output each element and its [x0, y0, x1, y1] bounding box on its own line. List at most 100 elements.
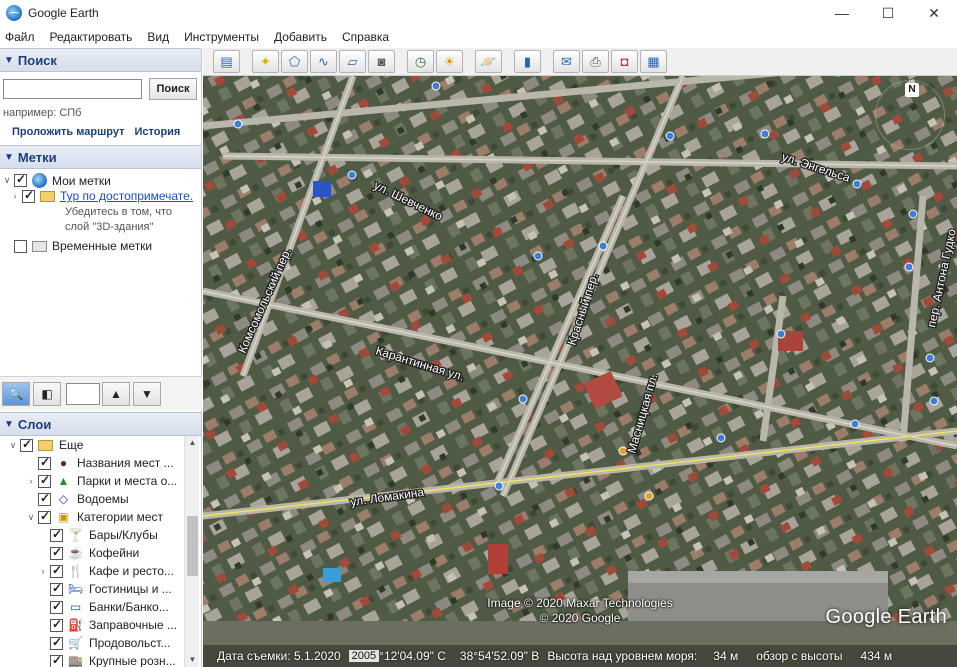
history-link[interactable]: История [134, 126, 180, 138]
move-down-button[interactable]: ▼ [133, 381, 161, 406]
planet-icon: 🪐 [480, 53, 497, 69]
add-polygon-button[interactable]: ⬠ [281, 50, 308, 73]
tree-item-tour[interactable]: › Тур по достопримечате. [10, 188, 194, 204]
water-icon: ◇ [58, 492, 69, 506]
save-image-button[interactable]: ◘ [611, 50, 638, 73]
expand-arrow-icon[interactable]: ∨ [26, 512, 36, 523]
panel-toggle-button[interactable]: ◧ [33, 381, 61, 406]
magnifier-icon: 🔍 [8, 386, 24, 401]
get-directions-link[interactable]: Проложить маршрут [12, 126, 124, 138]
expand-arrow-icon[interactable]: ∨ [8, 440, 18, 451]
satellite-imagery[interactable]: ул. Энгельса ул. Шевченко Комсомольский … [203, 76, 957, 667]
map-viewport[interactable]: ул. Энгельса ул. Шевченко Комсомольский … [203, 76, 957, 667]
layer-checkbox[interactable] [50, 527, 63, 542]
layer-checkbox[interactable] [38, 473, 51, 488]
layer-item[interactable]: 🏬 Крупные розн... [50, 653, 176, 667]
tour-note-line-2: слой "3D-здания" [65, 221, 154, 233]
my-places-checkbox[interactable] [14, 172, 27, 187]
imagery-year-badge[interactable]: 2005 [348, 650, 380, 662]
layer-item[interactable]: ◇ Водоемы [38, 491, 129, 506]
search-places-button[interactable]: 🔍 [2, 381, 30, 406]
layer-checkbox[interactable] [38, 509, 51, 524]
fuel-icon: ⛽ [68, 618, 83, 632]
eye-altitude-label: обзор с высоты [756, 649, 843, 663]
north-indicator-icon[interactable]: N [905, 83, 919, 97]
move-up-button[interactable]: ▲ [102, 381, 130, 406]
poi-marker [533, 251, 543, 261]
tour-note-line-1: Убедитесь в том, что [65, 206, 173, 218]
expand-arrow-icon[interactable]: › [38, 566, 48, 576]
sunlight-button[interactable]: ☀ [436, 50, 463, 73]
layer-checkbox[interactable] [50, 545, 63, 560]
layer-item[interactable]: 🍸 Бары/Клубы [50, 527, 158, 542]
layer-label: Бары/Клубы [89, 528, 158, 542]
add-path-button[interactable]: ∿ [310, 50, 337, 73]
layer-checkbox[interactable] [38, 491, 51, 506]
ruler-button[interactable]: ▮ [514, 50, 541, 73]
layers-panel-header[interactable]: ▼ Слои [0, 412, 201, 436]
layers-scrollbar[interactable]: ▲ ▼ [184, 436, 199, 667]
search-input[interactable] [3, 79, 142, 99]
minimize-button[interactable]: — [819, 0, 865, 26]
record-tour-button[interactable]: ◙ [368, 50, 395, 73]
view-in-maps-button[interactable]: ▦ [640, 50, 667, 73]
layer-checkbox[interactable] [50, 617, 63, 632]
menu-file[interactable]: Файл [5, 30, 43, 44]
menu-edit[interactable]: Редактировать [50, 30, 141, 44]
layer-item[interactable]: ● Названия мест ... [38, 455, 174, 470]
add-image-overlay-button[interactable]: ▱ [339, 50, 366, 73]
tree-item-temporary[interactable]: Временные метки [14, 239, 152, 253]
email-button[interactable]: ✉ [553, 50, 580, 73]
layer-label: Парки и места о... [77, 474, 178, 488]
poi-marker [518, 394, 528, 404]
search-hint: например: СПб [3, 107, 82, 119]
layer-item[interactable]: ☕ Кофейни [50, 545, 139, 560]
layer-item[interactable]: 🛒 Продовольст... [50, 635, 170, 650]
layer-item[interactable]: › 🍴 Кафе и ресто... [38, 563, 174, 579]
layer-item[interactable]: ∨ ▣ Категории мест [26, 509, 163, 525]
tree-item-my-places[interactable]: ∨ Мои метки [2, 172, 111, 188]
search-button[interactable]: Поиск [149, 78, 197, 100]
tour-link[interactable]: Тур по достопримечате. [60, 189, 193, 203]
temporary-places-checkbox[interactable] [14, 239, 27, 253]
tour-checkbox[interactable] [22, 188, 35, 203]
layer-label: Банки/Банко... [89, 600, 169, 614]
add-placemark-button[interactable]: ✦ [252, 50, 279, 73]
historical-imagery-button[interactable]: ◷ [407, 50, 434, 73]
save-image-icon: ◘ [620, 54, 629, 69]
layer-checkbox[interactable] [50, 581, 63, 596]
scroll-up-icon[interactable]: ▲ [185, 436, 200, 450]
menu-view[interactable]: Вид [147, 30, 177, 44]
layer-checkbox[interactable] [20, 437, 33, 452]
menu-tools[interactable]: Инструменты [184, 30, 267, 44]
layer-label: Кафе и ресто... [89, 564, 174, 578]
expand-arrow-icon[interactable]: ∨ [2, 175, 12, 186]
expand-arrow-icon[interactable]: › [26, 476, 36, 486]
scroll-thumb[interactable] [187, 516, 198, 576]
layer-checkbox[interactable] [38, 455, 51, 470]
layer-checkbox[interactable] [50, 635, 63, 650]
navigation-compass[interactable]: N [875, 80, 945, 150]
layer-item[interactable]: ⛽ Заправочные ... [50, 617, 177, 632]
expand-arrow-icon[interactable]: › [10, 191, 20, 201]
menu-add[interactable]: Добавить [274, 30, 335, 44]
layer-item[interactable]: 🛏 Гостиницы и ... [50, 581, 172, 596]
close-button[interactable]: ✕ [911, 0, 957, 26]
layer-checkbox[interactable] [50, 599, 63, 614]
switch-planet-button[interactable]: 🪐 [475, 50, 502, 73]
layer-item[interactable]: ▭ Банки/Банко... [50, 599, 169, 614]
toggle-sidebar-button[interactable]: ▤ [213, 50, 240, 73]
layer-checkbox[interactable] [50, 653, 63, 667]
layer-checkbox[interactable] [50, 563, 63, 578]
layer-item[interactable]: ∨ Еще [8, 437, 84, 453]
elevation-label: Высота над уровнем моря: [547, 649, 698, 663]
print-button[interactable]: ⎙ [582, 50, 609, 73]
scroll-down-icon[interactable]: ▼ [185, 653, 200, 667]
poi-marker [929, 396, 939, 406]
layer-item[interactable]: › ▲ Парки и места о... [26, 473, 178, 489]
places-panel-header[interactable]: ▼ Метки [0, 145, 201, 169]
maximize-button[interactable]: ☐ [865, 0, 911, 26]
menu-help[interactable]: Справка [342, 30, 397, 44]
places-filter-box[interactable] [66, 382, 100, 405]
search-panel-header[interactable]: ▼ Поиск [0, 48, 201, 72]
